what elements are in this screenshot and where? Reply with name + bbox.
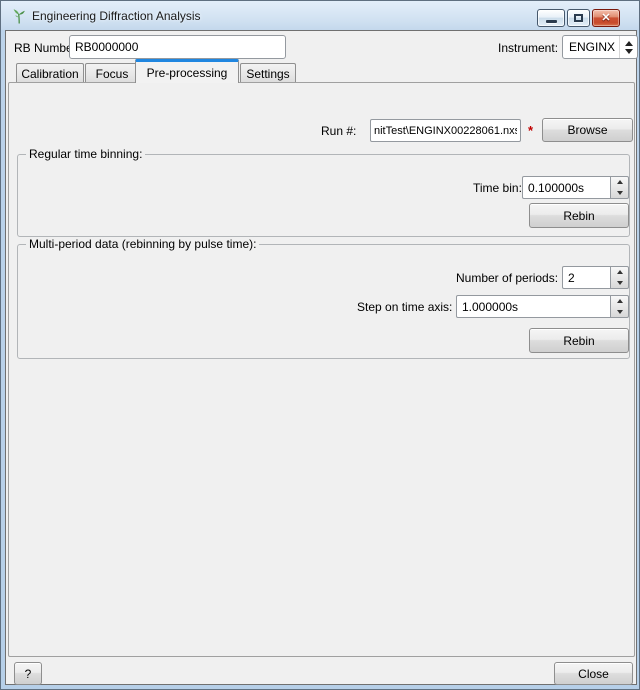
- time-bin-spin-down-button[interactable]: [611, 188, 628, 199]
- dialog-body: RB Number: Instrument: ENGINX Calibratio…: [5, 30, 637, 685]
- time-bin-label: Time bin:: [473, 181, 522, 195]
- close-window-button[interactable]: ✕: [592, 9, 620, 27]
- mantid-app-icon: [11, 8, 27, 24]
- help-button[interactable]: ?: [14, 662, 42, 685]
- close-button[interactable]: Close: [554, 662, 633, 685]
- spin-up-icon: [617, 299, 623, 303]
- browse-button[interactable]: Browse: [542, 118, 633, 142]
- spin-down-icon: [617, 281, 623, 285]
- run-number-label: Run #:: [321, 124, 356, 138]
- step-spin-down-button[interactable]: [611, 307, 628, 318]
- step-on-time-axis-value[interactable]: 1.000000s: [456, 295, 611, 318]
- time-bin-spinbox[interactable]: 0.100000s: [522, 176, 629, 199]
- group-multi-period-title: Multi-period data (rebinning by pulse ti…: [26, 237, 259, 251]
- tab-focus[interactable]: Focus: [85, 63, 139, 83]
- spin-up-icon: [617, 270, 623, 274]
- group-regular-time-binning-title: Regular time binning:: [26, 147, 145, 161]
- tab-calibration[interactable]: Calibration: [16, 63, 84, 83]
- run-number-input[interactable]: [370, 119, 521, 142]
- number-of-periods-value[interactable]: 2: [562, 266, 611, 289]
- minimize-button[interactable]: [537, 9, 565, 27]
- tab-preprocessing[interactable]: Pre-processing: [135, 59, 239, 83]
- instrument-label: Instrument:: [498, 41, 558, 55]
- preprocessing-tab-pane: Run #: * Browse Regular time binning: Ti…: [8, 82, 635, 657]
- step-on-time-axis-spinbox[interactable]: 1.000000s: [456, 295, 629, 318]
- maximize-button[interactable]: [567, 9, 590, 27]
- rebin-multiperiod-button[interactable]: Rebin: [529, 328, 629, 353]
- window-frame: Engineering Diffraction Analysis ✕ RB Nu…: [0, 0, 640, 690]
- number-of-periods-label: Number of periods:: [456, 271, 558, 285]
- close-icon: ✕: [601, 13, 610, 24]
- periods-spin-up-button[interactable]: [611, 267, 628, 278]
- tab-settings[interactable]: Settings: [240, 63, 296, 83]
- step-spin-up-button[interactable]: [611, 296, 628, 307]
- window-title: Engineering Diffraction Analysis: [32, 9, 201, 23]
- instrument-select[interactable]: ENGINX: [562, 35, 638, 59]
- title-bar[interactable]: Engineering Diffraction Analysis ✕: [2, 2, 638, 30]
- time-bin-spin-up-button[interactable]: [611, 177, 628, 188]
- maximize-icon: [574, 14, 583, 22]
- time-bin-value[interactable]: 0.100000s: [522, 176, 611, 199]
- rb-number-input[interactable]: [69, 35, 286, 59]
- spin-down-icon: [617, 310, 623, 314]
- periods-spin-down-button[interactable]: [611, 278, 628, 289]
- minimize-icon: [546, 20, 557, 23]
- rebin-time-button[interactable]: Rebin: [529, 203, 629, 228]
- instrument-updown-icon[interactable]: [619, 36, 637, 58]
- required-asterisk: *: [528, 123, 533, 138]
- spin-up-icon: [617, 180, 623, 184]
- spin-down-icon: [617, 191, 623, 195]
- step-on-time-axis-label: Step on time axis:: [357, 300, 452, 314]
- instrument-value: ENGINX: [563, 40, 619, 54]
- number-of-periods-spinbox[interactable]: 2: [562, 266, 629, 289]
